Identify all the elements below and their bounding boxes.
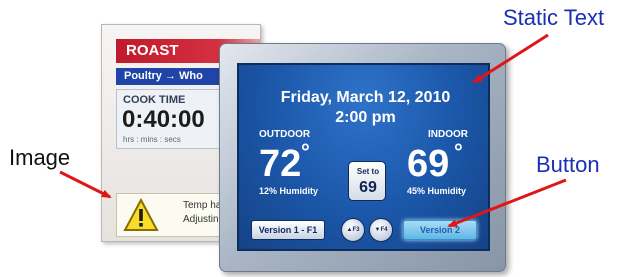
warning-text-line-2: Adjusting bbox=[183, 214, 225, 225]
temp-down-button[interactable]: ▼F4 bbox=[369, 218, 393, 242]
button-callout: Button bbox=[536, 152, 600, 177]
indoor-degree-symbol: ° bbox=[454, 139, 463, 164]
outdoor-temperature: 72 bbox=[259, 143, 302, 185]
cook-time-units: hrs : mins : secs bbox=[123, 135, 181, 144]
static-text-callout: Static Text bbox=[503, 5, 605, 30]
set-to-value: 69 bbox=[359, 179, 377, 196]
up-arrow-icon: ▲F3 bbox=[346, 227, 360, 233]
temp-up-button[interactable]: ▲F3 bbox=[341, 218, 365, 242]
set-to-display: Set to 69 bbox=[348, 161, 386, 201]
warning-triangle-icon bbox=[123, 198, 159, 231]
thermostat-screen: Friday, March 12, 2010 2:00 pm OUTDOOR I… bbox=[237, 63, 490, 251]
image-callout: Image bbox=[9, 145, 71, 170]
cook-time-value: 0:40:00 bbox=[122, 106, 205, 133]
indoor-temperature: 69 bbox=[407, 143, 450, 185]
outdoor-humidity: 12% Humidity bbox=[259, 186, 319, 196]
thermostat-device: Friday, March 12, 2010 2:00 pm OUTDOOR I… bbox=[219, 43, 506, 272]
outdoor-degree-symbol: ° bbox=[301, 139, 310, 164]
down-arrow-icon: ▼F4 bbox=[374, 227, 388, 233]
time-text: 2:00 pm bbox=[335, 109, 396, 126]
cook-time-label: COOK TIME bbox=[123, 94, 186, 106]
indoor-humidity: 45% Humidity bbox=[407, 186, 467, 196]
version-1-button[interactable]: Version 1 - F1 bbox=[251, 220, 325, 240]
date-text: Friday, March 12, 2010 bbox=[280, 89, 451, 106]
set-to-label: Set to bbox=[356, 167, 380, 176]
version-2-button[interactable]: Version 2 bbox=[403, 220, 477, 240]
